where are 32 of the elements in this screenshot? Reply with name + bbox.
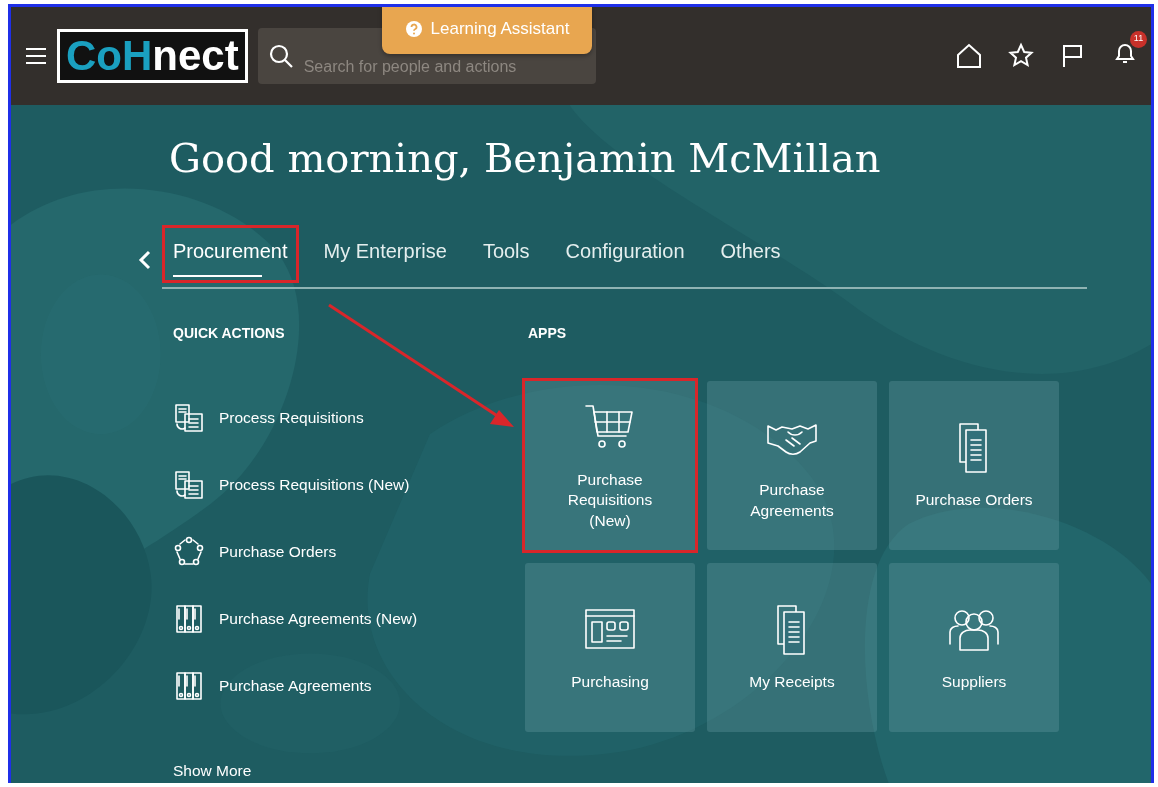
search-icon	[267, 43, 294, 69]
tab[interactable]: Others	[709, 225, 792, 283]
tab[interactable]: Procurement	[162, 225, 299, 283]
quick-action-link[interactable]: Process Requisitions	[173, 384, 364, 451]
star-icon[interactable]	[1007, 42, 1035, 70]
tab[interactable]: Configuration	[554, 225, 696, 283]
cycle-icon	[173, 535, 205, 568]
home-icon[interactable]	[955, 42, 983, 70]
binders-icon	[173, 602, 205, 635]
section-heading: APPS	[528, 324, 568, 343]
app-tile[interactable]: Purchase Requisitions (New)	[522, 378, 698, 553]
logo[interactable]: CoHnect	[57, 29, 248, 83]
binders-icon	[173, 669, 205, 702]
app-tile[interactable]: Purchasing	[522, 560, 698, 735]
show-more-link[interactable]: Show More	[173, 759, 252, 783]
documents-icon	[173, 468, 205, 501]
help-icon	[404, 20, 423, 38]
section-heading: QUICK ACTIONS	[173, 324, 286, 343]
app-tile[interactable]: Purchase Agreements	[704, 378, 880, 553]
app-tile[interactable]: Purchase Orders	[886, 378, 1062, 553]
notification-badge: 11	[1130, 30, 1147, 48]
tab[interactable]: Tools	[471, 225, 541, 283]
menu-icon[interactable]	[25, 47, 47, 65]
quick-action-link[interactable]: Purchase Orders	[173, 518, 337, 585]
documents-icon	[173, 401, 205, 434]
greeting-heading: Good morning, Benjamin McMillan	[169, 135, 882, 181]
quick-action-link[interactable]: Process Requisitions (New)	[173, 451, 410, 518]
app-tile[interactable]: Suppliers	[886, 560, 1062, 735]
quick-action-link[interactable]: Purchase Agreements (New)	[173, 585, 418, 652]
app-tile[interactable]: My Receipts	[704, 560, 880, 735]
quick-action-link[interactable]: Purchase Agreements	[173, 652, 372, 719]
tab[interactable]: My Enterprise	[312, 225, 458, 283]
